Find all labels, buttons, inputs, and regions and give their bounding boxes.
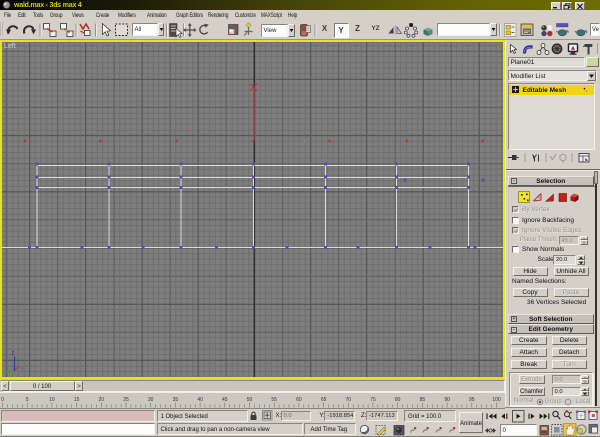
svg-text:30: 30 (148, 397, 154, 403)
svg-text:70: 70 (346, 397, 352, 403)
svg-text:35: 35 (173, 397, 179, 403)
svg-text:55: 55 (271, 397, 277, 403)
svg-text:45: 45 (222, 397, 228, 403)
svg-text:75: 75 (370, 397, 376, 403)
svg-text:50: 50 (247, 397, 253, 403)
svg-text:15: 15 (74, 397, 80, 403)
svg-text:x: x (303, 139, 306, 145)
svg-text:0: 0 (1, 397, 4, 403)
svg-text:85: 85 (420, 397, 426, 403)
svg-text:80: 80 (395, 397, 401, 403)
svg-text:65: 65 (321, 397, 327, 403)
svg-text:10: 10 (49, 397, 55, 403)
svg-text:60: 60 (296, 397, 302, 403)
svg-text:20: 20 (99, 397, 105, 403)
svg-text:5: 5 (26, 397, 29, 403)
svg-text:x: x (21, 366, 24, 371)
svg-text:100: 100 (492, 397, 501, 403)
svg-text:90: 90 (444, 397, 450, 403)
svg-text:25: 25 (123, 397, 129, 403)
svg-text:Z: Z (12, 351, 15, 357)
svg-text:40: 40 (197, 397, 203, 403)
svg-text:95: 95 (469, 397, 475, 403)
